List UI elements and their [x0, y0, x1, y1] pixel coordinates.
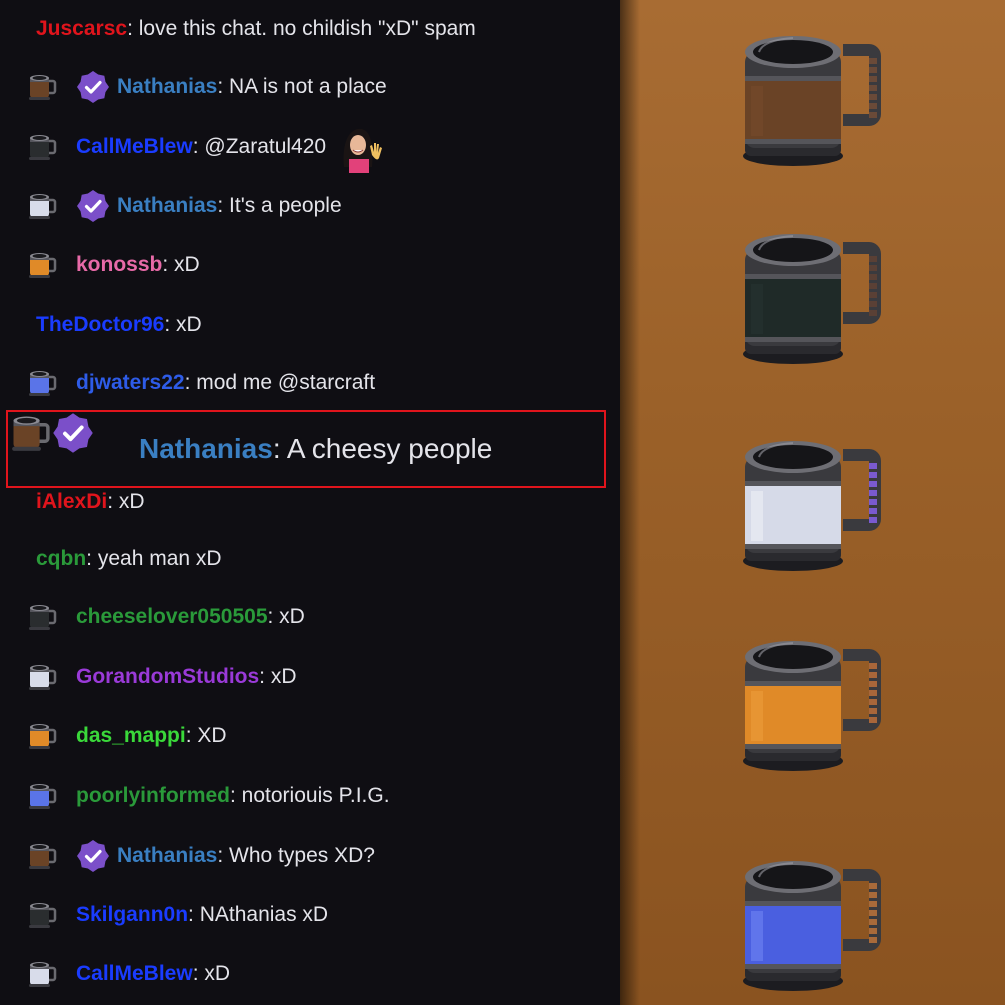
- message-body: GorandomStudios: xD: [76, 657, 297, 697]
- message-body: Juscarsc: love this chat. no childish "x…: [36, 9, 476, 49]
- message-body: Nathanias: Who types XD?: [117, 836, 375, 876]
- chat-username[interactable]: konossb: [76, 253, 162, 277]
- chat-message: poorlyinformed: notoriouis P.I.G.: [0, 776, 620, 816]
- message-text: : NAthanias xD: [188, 903, 329, 926]
- chat-username[interactable]: das_mappi: [76, 724, 186, 748]
- chat-username[interactable]: cheeselover050505: [76, 605, 268, 629]
- waving-woman-emote: [343, 128, 383, 173]
- message-body: cheeselover050505: xD: [76, 597, 305, 637]
- wood-mug-icon[interactable]: [735, 20, 890, 175]
- message-body: CallMeBlew: xD: [76, 954, 230, 994]
- mug-badge-icon: [29, 253, 57, 278]
- chat-message: konossb: xD: [0, 245, 620, 285]
- highlighted-message: Nathanias: A cheesy people: [6, 410, 606, 488]
- chat-username[interactable]: iAlexDi: [36, 490, 107, 514]
- message-text: : It's a people: [217, 194, 342, 217]
- message-body: Skilgann0n: NAthanias xD: [76, 895, 328, 935]
- message-text: : xD: [259, 665, 297, 688]
- message-text: : yeah man xD: [86, 547, 222, 570]
- mug-badge-icon: [12, 416, 50, 451]
- verified-badge-icon: [77, 840, 109, 872]
- chat-message: Nathanias: It's a people: [0, 186, 620, 226]
- message-text: : xD: [267, 605, 305, 628]
- mug-badge-icon: [29, 784, 57, 809]
- message-text: : xD: [162, 253, 200, 276]
- chat-message: TheDoctor96: xD: [0, 305, 620, 345]
- message-body: poorlyinformed: notoriouis P.I.G.: [76, 776, 390, 816]
- chat-username[interactable]: Nathanias: [117, 194, 217, 218]
- chat-message: GorandomStudios: xD: [0, 657, 620, 697]
- message-body: das_mappi: XD: [76, 716, 227, 756]
- chat-message: cheeselover050505: xD: [0, 597, 620, 637]
- mug-badge-icon: [29, 724, 57, 749]
- message-body: Nathanias: A cheesy people: [139, 412, 492, 486]
- mug-badge-icon: [29, 903, 57, 928]
- message-text: : love this chat. no childish "xD" spam: [127, 17, 476, 40]
- chat-message: CallMeBlew: @Zaratul420: [0, 127, 620, 173]
- mug-badge-icon: [29, 194, 57, 219]
- chat-message: cqbn: yeah man xD: [0, 539, 620, 579]
- message-body: Nathanias: It's a people: [117, 186, 342, 226]
- chat-username[interactable]: Nathanias: [117, 75, 217, 99]
- message-body: konossb: xD: [76, 245, 200, 285]
- mug-badge-icon: [29, 135, 57, 160]
- chat-message: das_mappi: XD: [0, 716, 620, 756]
- mug-badge-icon: [29, 665, 57, 690]
- message-text: : xD: [164, 313, 202, 336]
- chat-username[interactable]: Skilgann0n: [76, 903, 188, 927]
- gold-mug-icon[interactable]: [735, 625, 890, 780]
- panel-divider: [620, 0, 640, 1005]
- chat-username[interactable]: poorlyinformed: [76, 784, 230, 808]
- chat-username[interactable]: CallMeBlew: [76, 135, 193, 159]
- silver-mug-icon[interactable]: [735, 425, 890, 580]
- mug-badge-icon: [29, 371, 57, 396]
- message-body: iAlexDi: xD: [36, 482, 145, 522]
- chat-message: Juscarsc: love this chat. no childish "x…: [0, 9, 620, 49]
- chat-message: Nathanias: NA is not a place: [0, 67, 620, 107]
- chat-username[interactable]: CallMeBlew: [76, 962, 193, 986]
- message-body: CallMeBlew: @Zaratul420: [76, 127, 386, 173]
- message-text: : Who types XD?: [217, 844, 375, 867]
- chat-username[interactable]: Nathanias: [117, 844, 217, 868]
- chat-username[interactable]: TheDoctor96: [36, 313, 164, 337]
- message-text: : xD: [192, 962, 231, 985]
- chat-message: CallMeBlew: xD: [0, 954, 620, 994]
- chat-message: Nathanias: Who types XD?: [0, 836, 620, 876]
- message-text: : notoriouis P.I.G.: [230, 784, 390, 807]
- chat-username[interactable]: djwaters22: [76, 371, 185, 395]
- message-text: : xD: [107, 490, 145, 513]
- message-body: djwaters22: mod me @starcraft: [76, 363, 375, 403]
- message-body: TheDoctor96: xD: [36, 305, 202, 345]
- chat-username[interactable]: cqbn: [36, 547, 86, 571]
- verified-badge-icon: [53, 413, 93, 453]
- chat-message: djwaters22: mod me @starcraft: [0, 363, 620, 403]
- chat-username[interactable]: GorandomStudios: [76, 665, 259, 689]
- verified-badge-icon: [77, 190, 109, 222]
- message-body: Nathanias: NA is not a place: [117, 67, 387, 107]
- verified-badge-icon: [77, 71, 109, 103]
- chat-username[interactable]: Juscarsc: [36, 17, 127, 41]
- message-text: : @Zaratul420: [192, 135, 327, 158]
- mug-badge-icon: [29, 605, 57, 630]
- chat-message: iAlexDi: xD: [0, 482, 620, 522]
- mug-badge-icon: [29, 75, 57, 100]
- chat-username[interactable]: Nathanias: [139, 433, 273, 465]
- chat-panel: Juscarsc: love this chat. no childish "x…: [0, 0, 620, 1005]
- message-text: : NA is not a place: [217, 75, 387, 98]
- mug-badge-icon: [29, 844, 57, 869]
- message-text: : XD: [185, 724, 227, 747]
- mug-badge-icon: [29, 962, 57, 987]
- message-body: cqbn: yeah man xD: [36, 539, 222, 579]
- message-text: : A cheesy people: [272, 433, 493, 464]
- chat-message: Skilgann0n: NAthanias xD: [0, 895, 620, 935]
- dark-mug-icon[interactable]: [735, 218, 890, 373]
- message-text: : mod me @starcraft: [184, 371, 376, 394]
- blue-mug-icon[interactable]: [735, 845, 890, 1000]
